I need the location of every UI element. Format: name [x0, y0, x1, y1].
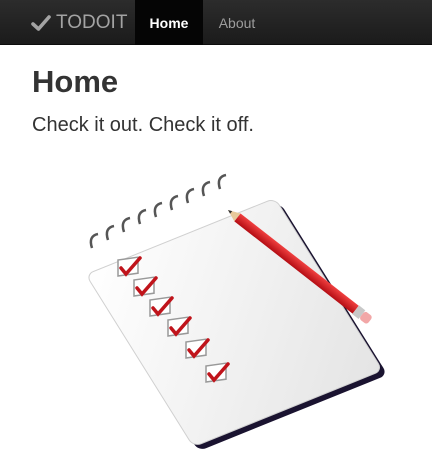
- notepad-checklist-illustration: [60, 170, 410, 455]
- top-navbar: TODOIT Home About: [0, 0, 432, 45]
- brand-link[interactable]: TODOIT: [31, 0, 127, 45]
- page-title: Home: [32, 64, 119, 99]
- tagline: Check it out. Check it off.: [32, 114, 254, 136]
- nav-item-home[interactable]: Home: [135, 0, 203, 45]
- brand-label: TODOIT: [56, 11, 128, 33]
- check-icon: [31, 13, 51, 33]
- nav-item-about[interactable]: About: [203, 0, 271, 45]
